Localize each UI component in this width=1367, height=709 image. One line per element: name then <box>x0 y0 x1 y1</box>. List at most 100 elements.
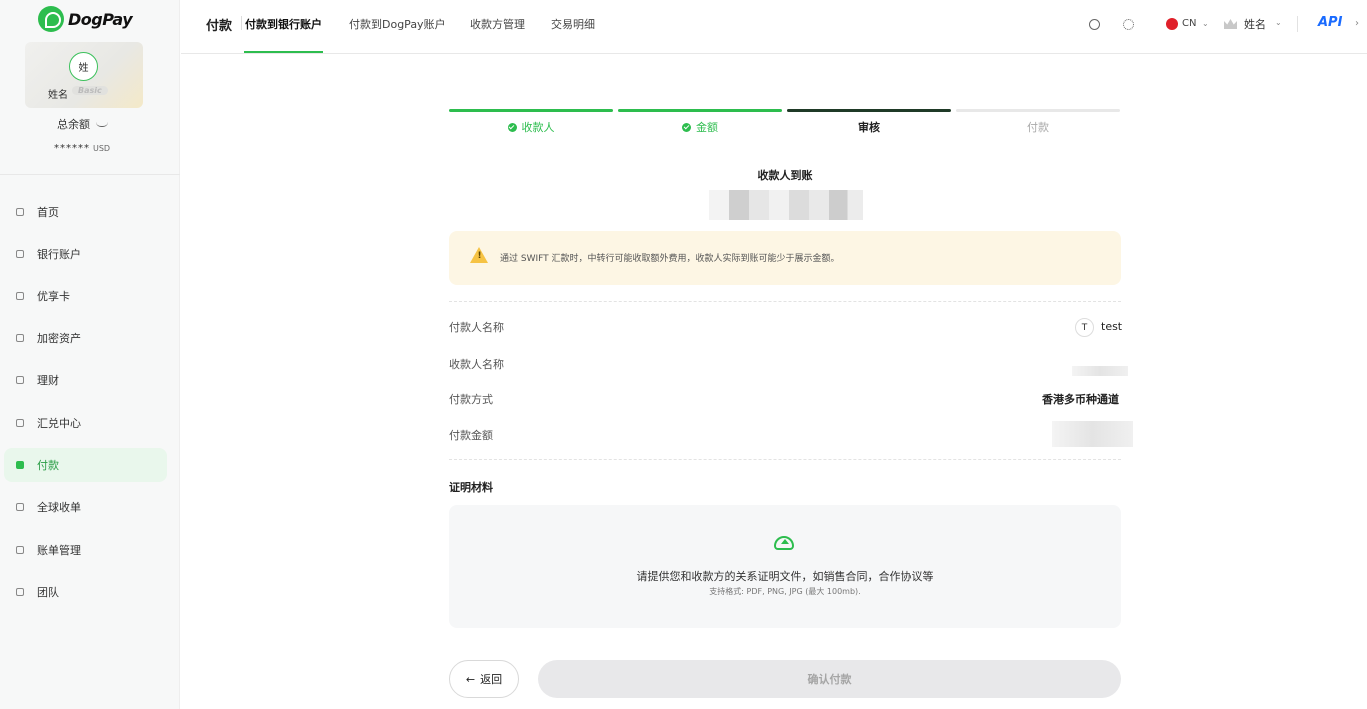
step-review: 审核 <box>787 109 951 135</box>
payer-name-label: 付款人名称 <box>449 321 504 334</box>
payer-avatar: T <box>1075 318 1094 337</box>
step-bar <box>449 109 613 112</box>
received-amount-redacted <box>709 190 863 220</box>
acquiring-icon <box>16 503 24 511</box>
balance-currency: USD <box>93 144 111 153</box>
bitcoin-icon <box>16 334 24 342</box>
step-payee: 收款人 <box>449 109 613 135</box>
step-label: 审核 <box>787 119 951 135</box>
sidebar-item-label: 加密资产 <box>37 332 81 345</box>
sidebar-item-label: 汇兑中心 <box>37 417 81 430</box>
chevron-right-icon[interactable]: › <box>1355 18 1359 29</box>
home-icon <box>16 208 24 216</box>
top-header: 付款 付款到银行账户 付款到DogPay账户 收款方管理 交易明细 CN ⌄ 姓… <box>181 0 1367 54</box>
sidebar-item-acquiring[interactable]: 全球收单 <box>4 490 167 524</box>
sidebar-divider <box>0 174 180 175</box>
arrow-left-icon: ← <box>465 672 476 686</box>
payment-icon <box>16 461 24 469</box>
step-label: 金额 <box>618 119 782 135</box>
sidebar-item-label: 付款 <box>37 459 59 472</box>
step-bar <box>787 109 951 112</box>
check-circle-icon <box>507 122 517 132</box>
sidebar-item-team[interactable]: 团队 <box>4 575 167 609</box>
user-menu[interactable]: 姓名 <box>1244 16 1266 32</box>
sidebar-item-payment[interactable]: 付款 <box>4 448 167 482</box>
header-separator <box>1297 16 1298 32</box>
step-pay: 付款 <box>956 109 1120 135</box>
warning-text: 通过 SWIFT 汇款时，中转行可能收取额外费用，收款人实际到账可能少于展示金额… <box>500 254 840 264</box>
step-amount: 金额 <box>618 109 782 135</box>
sidebar-item-bank-account[interactable]: 银行账户 <box>4 237 167 271</box>
sidebar-item-crypto[interactable]: 加密资产 <box>4 321 167 355</box>
sidebar-item-home[interactable]: 首页 <box>4 195 167 229</box>
wealth-icon <box>16 376 24 384</box>
payment-amount-label: 付款金额 <box>449 429 493 442</box>
chevron-down-icon[interactable]: ⌄ <box>1202 19 1209 28</box>
cloud-upload-icon <box>774 536 794 550</box>
balance-amount: ****** <box>54 143 90 154</box>
dashed-divider <box>449 301 1121 302</box>
language-selector[interactable]: CN <box>1182 18 1196 29</box>
confirm-payment-button[interactable]: 确认付款 <box>538 660 1121 698</box>
avatar[interactable]: 姓 <box>69 52 98 81</box>
flag-icon[interactable] <box>1166 18 1178 30</box>
step-label: 收款人 <box>449 119 613 135</box>
balance-label: 总余额 <box>57 116 108 132</box>
sidebar-item-label: 账单管理 <box>37 544 81 557</box>
sidebar-item-card[interactable]: 优享卡 <box>4 279 167 313</box>
headset-icon[interactable] <box>1089 19 1100 30</box>
upload-instruction: 请提供您和收款方的关系证明文件，如销售合同，合作协议等 <box>636 570 934 583</box>
sidebar: DogPay 姓 姓名 Basic 总余额 ****** USD 首页 银行账户 … <box>0 0 180 709</box>
swift-warning: ! 通过 SWIFT 汇款时，中转行可能收取额外费用，收款人实际到账可能少于展示… <box>449 231 1121 285</box>
step-text: 付款 <box>1027 121 1049 134</box>
step-text: 收款人 <box>521 121 555 134</box>
chevron-down-icon[interactable]: ⌄ <box>1275 18 1282 27</box>
upload-formats: 支持格式: PDF, PNG, JPG (最大 100mb). <box>709 587 861 596</box>
step-bar <box>618 109 782 112</box>
active-tab-indicator <box>244 51 323 53</box>
tab-payee-management[interactable]: 收款方管理 <box>470 16 525 32</box>
page-title: 付款 <box>206 19 233 34</box>
tab-pay-to-dogpay[interactable]: 付款到DogPay账户 <box>349 16 446 32</box>
sun-icon[interactable] <box>1123 19 1134 30</box>
received-amount-title: 收款人到账 <box>757 169 813 182</box>
back-button[interactable]: ← 返回 <box>449 660 519 698</box>
exchange-icon <box>16 419 24 427</box>
sidebar-item-wealth[interactable]: 理财 <box>4 363 167 397</box>
balance-value: ****** USD <box>54 143 110 154</box>
tab-pay-to-bank[interactable]: 付款到银行账户 <box>245 16 322 32</box>
tab-transactions[interactable]: 交易明细 <box>551 16 595 32</box>
balance-label-text: 总余额 <box>57 118 90 131</box>
crown-icon <box>1224 19 1237 29</box>
proof-title: 证明材料 <box>449 481 493 494</box>
tier-badge: Basic <box>72 86 108 95</box>
header-separator <box>241 16 242 30</box>
dogpay-logo-icon <box>38 6 64 32</box>
payment-method-value: 香港多币种通道 <box>1042 393 1119 406</box>
sidebar-item-exchange[interactable]: 汇兑中心 <box>4 406 167 440</box>
step-label: 付款 <box>956 119 1120 135</box>
card-user-name: 姓名 <box>48 90 68 101</box>
sidebar-item-label: 首页 <box>37 206 59 219</box>
payee-name-label: 收款人名称 <box>449 358 504 371</box>
back-button-label: 返回 <box>480 673 503 686</box>
step-bar <box>956 109 1120 112</box>
sidebar-item-label: 优享卡 <box>37 290 70 303</box>
sidebar-item-label: 理财 <box>37 374 59 387</box>
dashed-divider <box>449 459 1121 460</box>
logo[interactable]: DogPay <box>38 6 133 32</box>
payee-name-redacted <box>1072 366 1128 376</box>
step-text: 金额 <box>696 121 718 134</box>
team-icon <box>16 588 24 596</box>
card-icon <box>16 292 24 300</box>
api-link[interactable]: API <box>1318 15 1342 30</box>
bank-icon <box>16 250 24 258</box>
sidebar-item-bills[interactable]: 账单管理 <box>4 533 167 567</box>
sidebar-item-label: 全球收单 <box>37 501 81 514</box>
payment-method-label: 付款方式 <box>449 393 493 406</box>
bill-icon <box>16 546 24 554</box>
check-circle-icon <box>682 122 691 132</box>
eye-closed-icon[interactable] <box>96 122 108 127</box>
upload-dropzone[interactable]: 请提供您和收款方的关系证明文件，如销售合同，合作协议等 支持格式: PDF, P… <box>449 505 1121 628</box>
sidebar-item-label: 团队 <box>37 586 59 599</box>
